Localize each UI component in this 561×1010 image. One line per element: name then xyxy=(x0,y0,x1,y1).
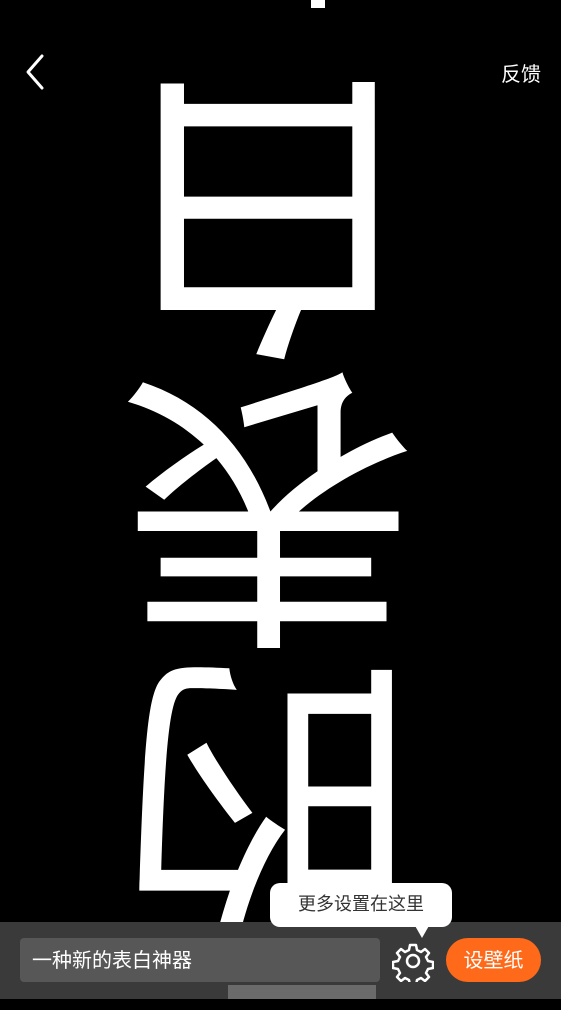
wallpaper-preview-text: 的表白 xyxy=(120,80,469,950)
back-button[interactable] xyxy=(18,52,54,92)
bottom-bar-strip xyxy=(228,985,376,999)
preview-top-tick xyxy=(311,0,325,8)
settings-tooltip: 更多设置在这里 xyxy=(270,883,452,927)
feedback-link[interactable]: 反馈 xyxy=(501,58,541,87)
set-wallpaper-button[interactable]: 设壁纸 xyxy=(446,938,541,982)
gear-icon xyxy=(391,943,435,987)
tooltip-tail xyxy=(414,924,430,938)
chevron-left-icon xyxy=(26,54,44,90)
settings-button[interactable] xyxy=(391,940,435,987)
message-input[interactable] xyxy=(20,938,380,982)
